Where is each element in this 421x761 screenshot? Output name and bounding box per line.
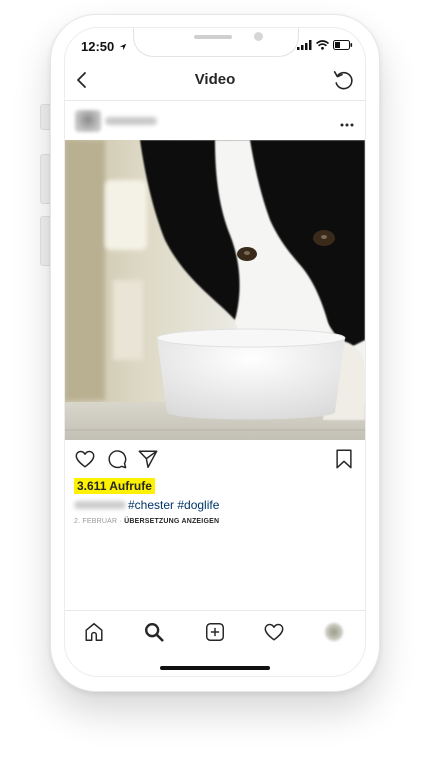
page-title: Video <box>194 71 236 88</box>
post-date: 2. FEBRUAR <box>74 518 118 525</box>
phone-screen: 12:50 Video 3.611 Aufrufe #chester #dogl… <box>64 27 366 677</box>
activity-heart-icon <box>264 623 284 641</box>
nav-activity[interactable] <box>263 621 285 648</box>
caption-hashtags[interactable]: #chester #doglife <box>128 498 219 512</box>
top-navigation-bar: Video <box>65 66 365 100</box>
search-icon <box>145 623 164 642</box>
share-button[interactable] <box>137 448 159 475</box>
author-username-blurred[interactable] <box>105 117 157 125</box>
bookmark-icon <box>336 449 352 469</box>
comment-icon <box>108 450 127 469</box>
show-translation-link[interactable]: ÜBERSETZUNG ANZEIGEN <box>124 518 219 525</box>
nav-search[interactable] <box>143 621 165 648</box>
like-heart-icon <box>75 450 95 468</box>
speaker-grille <box>194 35 232 39</box>
more-options-button[interactable] <box>339 112 355 133</box>
home-icon <box>85 623 103 641</box>
author-avatar[interactable] <box>75 110 101 132</box>
refresh-icon <box>333 71 353 90</box>
post-meta: 2. FEBRUAR · ÜBERSETZUNG ANZEIGEN <box>74 518 219 525</box>
signal-icon <box>297 40 312 50</box>
dog-video-frame <box>65 140 365 440</box>
save-button[interactable] <box>334 448 354 475</box>
header-divider <box>65 100 365 101</box>
post-header <box>65 104 365 140</box>
post-actions <box>65 448 365 474</box>
comment-button[interactable] <box>106 448 128 475</box>
new-post-icon <box>206 623 224 641</box>
post-video[interactable] <box>65 140 365 440</box>
view-count[interactable]: 3.611 Aufrufe <box>74 478 155 494</box>
home-indicator[interactable] <box>160 666 270 670</box>
refresh-button[interactable] <box>331 68 355 97</box>
status-time: 12:50 <box>81 39 127 54</box>
caption-username-blurred[interactable] <box>74 501 126 509</box>
status-icons <box>297 40 353 50</box>
nav-new-post[interactable] <box>204 621 226 648</box>
wifi-icon <box>316 40 329 50</box>
like-button[interactable] <box>74 448 96 475</box>
battery-icon <box>333 40 353 50</box>
nav-home[interactable] <box>83 621 105 648</box>
bottom-navigation <box>65 611 365 655</box>
status-time-text: 12:50 <box>81 39 115 54</box>
more-options-icon <box>340 123 354 127</box>
share-send-icon <box>138 450 158 468</box>
post-caption: #chester #doglife <box>74 498 219 512</box>
profile-avatar[interactable] <box>325 623 343 641</box>
location-arrow-icon <box>119 43 127 51</box>
phone-notch <box>133 28 299 57</box>
front-camera <box>254 32 263 41</box>
